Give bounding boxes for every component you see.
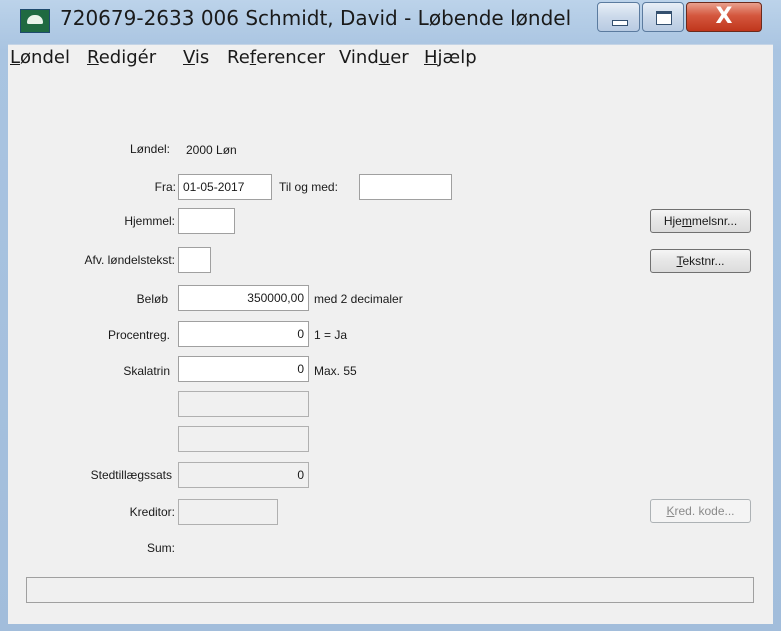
tekstnr-button[interactable]: Tekstnr... [650,249,751,273]
maximize-button[interactable] [642,2,684,32]
window-title: 720679-2633 006 Schmidt, David - Løbende… [60,6,572,30]
procentreg-label: Procentreg. [107,328,170,342]
afv-londelstekst-label: Afv. løndelstekst: [84,253,175,267]
status-bar [26,577,754,603]
procentreg-field[interactable]: 0 [178,321,309,347]
sum-label: Sum: [146,541,175,555]
belob-hint: med 2 decimaler [314,292,403,306]
menu-vinduer[interactable]: Vinduer [339,47,409,68]
kreditor-label: Kreditor: [129,505,175,519]
menu-hjaelp[interactable]: Hjælp [424,47,477,68]
hjemmel-label: Hjemmel: [124,214,175,228]
stedtillaegssats-field: 0 [178,462,309,488]
londel-label: Løndel: [129,142,170,156]
procentreg-hint: 1 = Ja [314,328,348,342]
belob-label: Beløb [136,292,168,306]
stedtillaegssats-label: Stedtillægssats [90,468,172,482]
title-bar[interactable]: 720679-2633 006 Schmidt, David - Løbende… [0,0,781,44]
form-panel: Løndel: 2000 Løn Fra: 01-05-2017 Til og … [8,72,773,624]
menu-rediger[interactable]: Redigér [87,47,156,68]
til-og-med-label: Til og med: [279,180,338,194]
maximize-icon [656,11,672,25]
menu-vis[interactable]: Vis [183,47,209,68]
londel-value: 2000 Løn [186,143,237,157]
menu-londel[interactable]: Løndel [10,47,70,68]
blank-field-1 [178,391,309,417]
minimize-button[interactable] [597,2,640,32]
fra-label: Fra: [154,180,176,194]
fra-date-field[interactable]: 01-05-2017 [178,174,272,200]
skalatrin-hint: Max. 55 [314,364,357,378]
application-window: 720679-2633 006 Schmidt, David - Løbende… [0,0,781,631]
skalatrin-label: Skalatrin [123,364,170,378]
belob-field[interactable]: 350000,00 [178,285,309,311]
afv-londelstekst-field[interactable] [178,247,211,273]
blank-field-2 [178,426,309,452]
kreditor-field [178,499,278,525]
minimize-icon [612,20,628,26]
skalatrin-field[interactable]: 0 [178,356,309,382]
hjemmelsnr-button[interactable]: Hjemmelsnr... [650,209,751,233]
app-logo-icon[interactable] [20,9,50,33]
hjemmel-field[interactable] [178,208,235,234]
close-icon: X [715,4,733,29]
til-og-med-field[interactable] [359,174,452,200]
menu-bar: Løndel Redigér Vis Referencer Vinduer Hj… [8,44,773,73]
close-button[interactable]: X [686,2,762,32]
menu-referencer[interactable]: Referencer [227,47,325,68]
kred-kode-button: Kred. kode... [650,499,751,523]
